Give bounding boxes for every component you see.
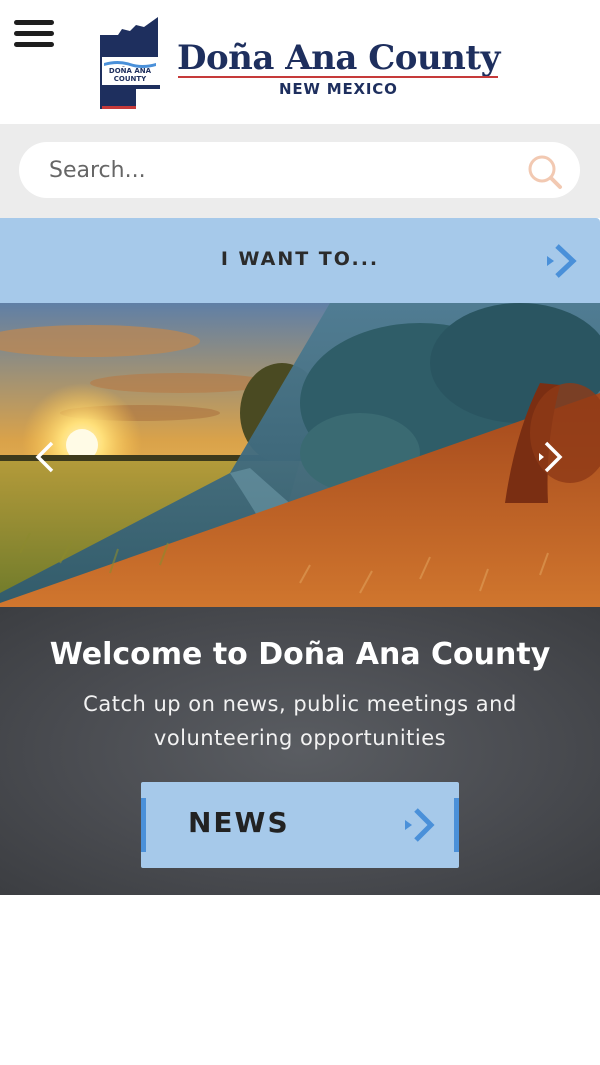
news-button-label: NEWS [188,806,290,839]
news-button-right-accent [454,798,459,852]
state-subtitle: NEW MEXICO [279,80,398,98]
welcome-description: Catch up on news, public meetings and vo… [83,692,517,750]
search-input[interactable] [49,152,509,188]
svg-text:DOÑA ANA: DOÑA ANA [109,66,152,75]
i-want-to-label: I WANT TO... [220,248,380,270]
county-logo-mark[interactable]: DOÑA ANA COUNTY [100,17,160,109]
search-box [19,142,580,198]
news-button-left-accent [141,798,146,852]
news-button[interactable]: NEWS [141,782,459,868]
welcome-panel: Welcome to Doña Ana County Catch up on n… [0,607,600,895]
slideshow-prev-icon[interactable] [32,440,60,474]
i-want-to-button[interactable]: I WANT TO... [0,218,600,303]
hero-slideshow-image[interactable] [0,303,600,607]
county-name-title[interactable]: Doña Ana County [177,38,500,78]
chevron-right-icon [404,805,438,845]
search-icon[interactable] [525,152,565,192]
site-header: DOÑA ANA COUNTY Doña Ana County NEW MEXI… [0,0,600,124]
welcome-title: Welcome to Doña Ana County [49,637,551,672]
slideshow-next-icon[interactable] [538,440,566,474]
chevron-right-icon [545,242,581,280]
search-section [0,124,600,218]
hamburger-menu-icon[interactable] [14,18,56,50]
svg-text:COUNTY: COUNTY [114,75,147,83]
logo-divider [178,76,498,78]
